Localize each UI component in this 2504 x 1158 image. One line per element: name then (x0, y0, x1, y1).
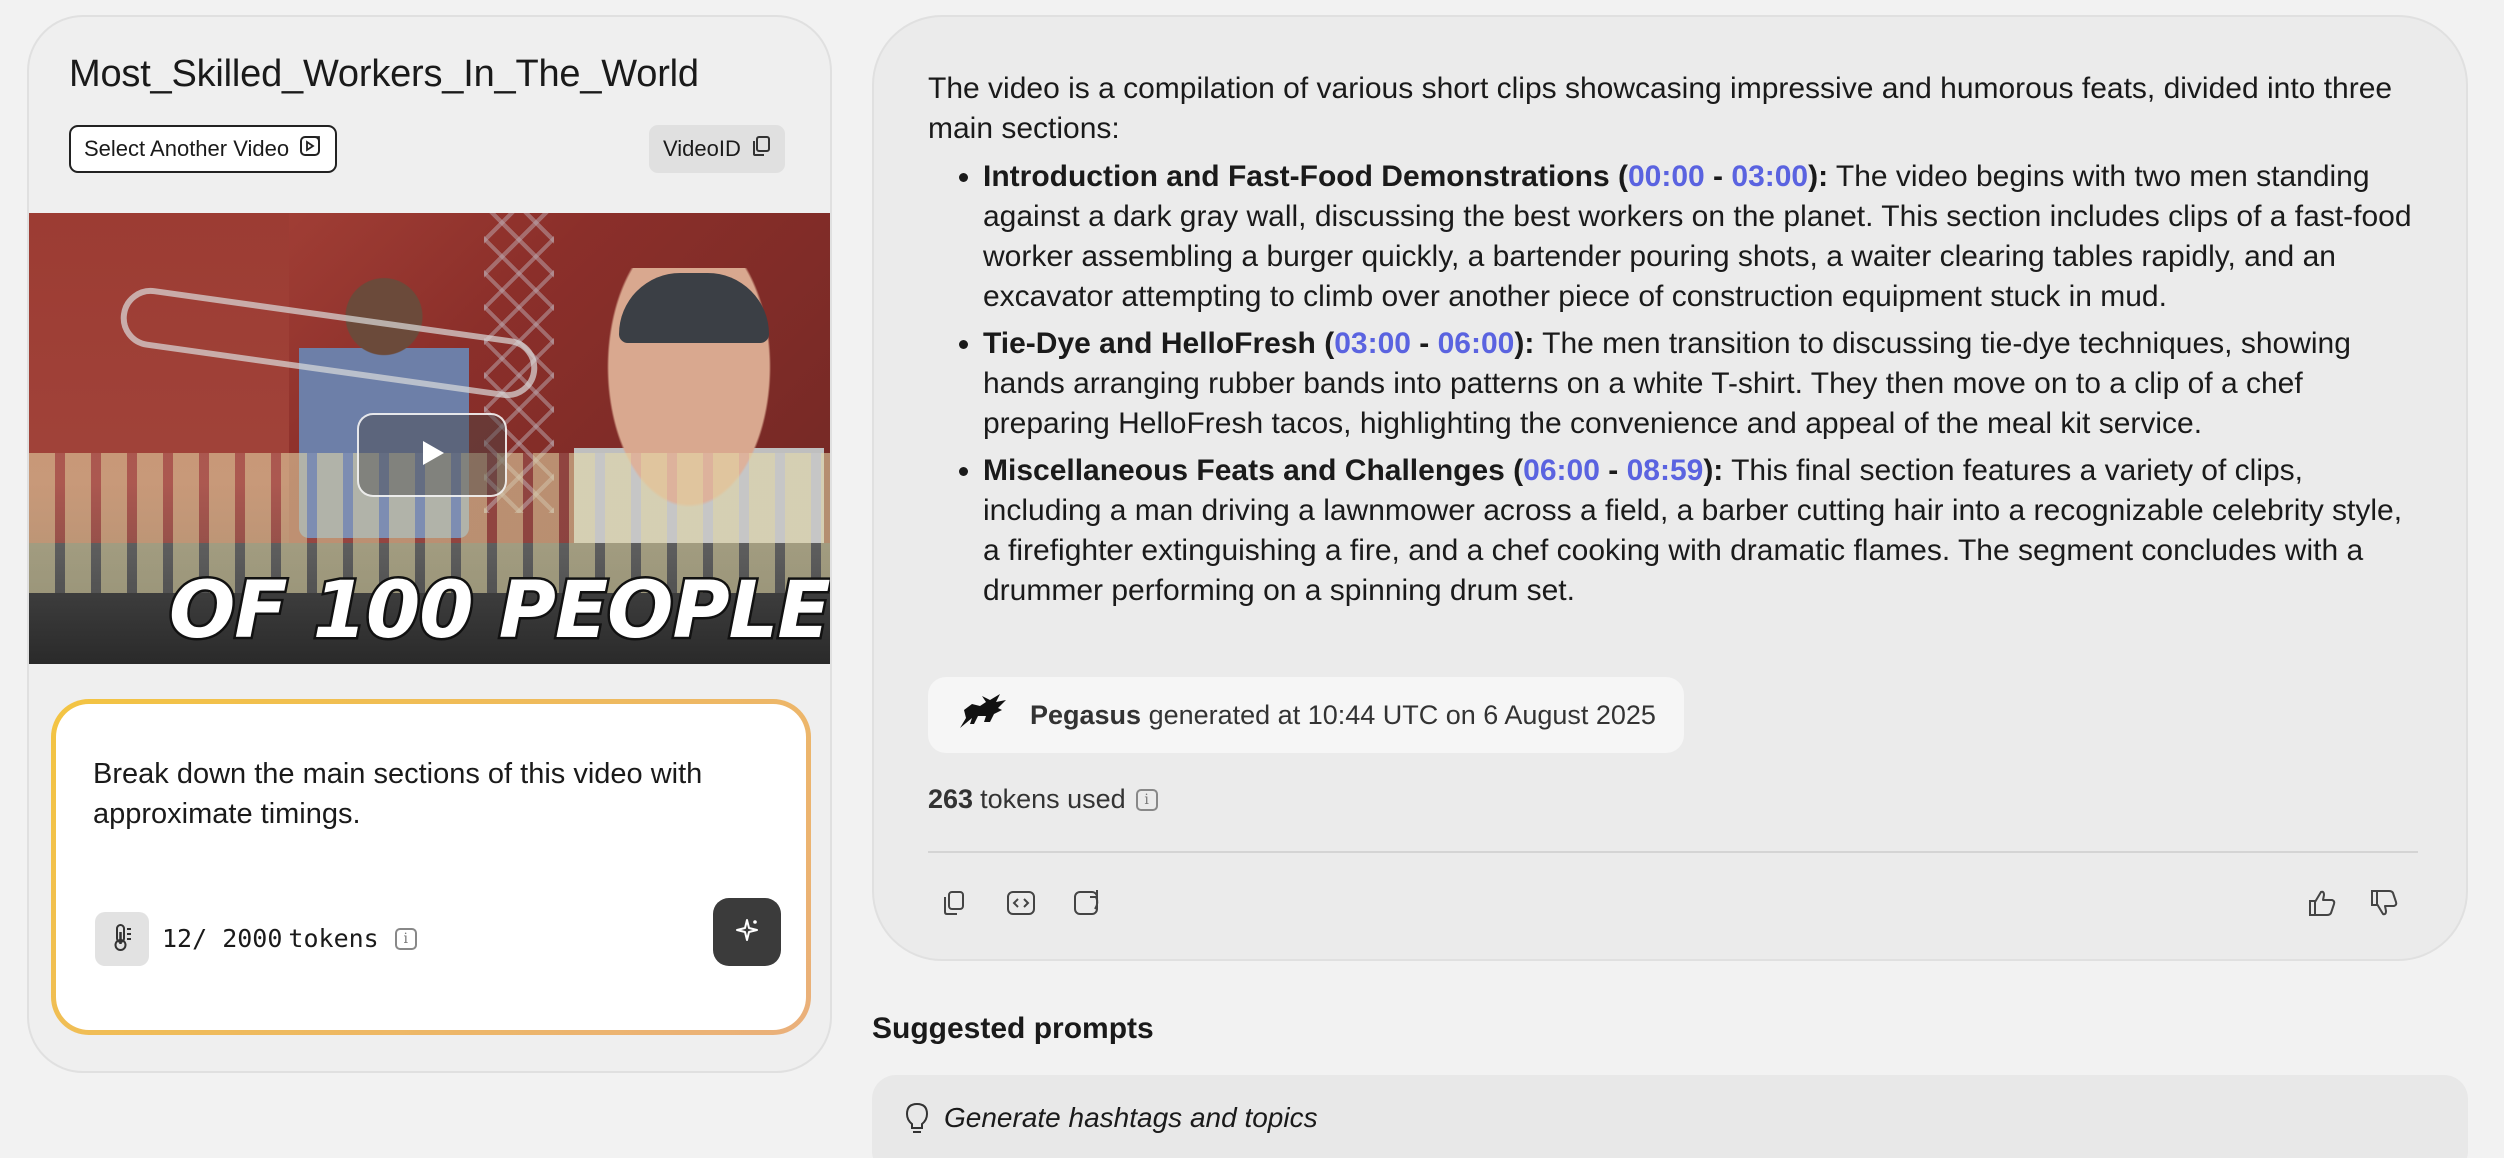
token-count-unit: tokens (288, 924, 379, 953)
copy-icon (751, 135, 771, 163)
video-title: Most_Skilled_Workers_In_The_World (69, 53, 699, 95)
copy-icon[interactable] (934, 883, 974, 923)
video-id-button[interactable]: VideoID (649, 125, 785, 173)
tokens-used-label: tokens used (980, 784, 1126, 814)
video-panel: Most_Skilled_Workers_In_The_World Select… (27, 15, 832, 1073)
temperature-button[interactable] (95, 912, 149, 966)
token-count-value: 12/ 2000 (162, 924, 283, 953)
play-button[interactable] (357, 413, 507, 497)
thumbs-up-icon[interactable] (2302, 883, 2342, 923)
prompt-token-counter: 12/ 2000 tokens i (162, 924, 417, 953)
info-icon[interactable]: i (394, 927, 417, 950)
timestamp-link[interactable]: 00:00 (1628, 160, 1705, 193)
select-video-label: Select Another Video (84, 136, 290, 161)
tokens-used: 263 tokens used i (928, 784, 1158, 815)
timestamp-link[interactable]: 03:00 (1334, 327, 1411, 360)
answer-text: The video is a compilation of various sh… (928, 69, 2418, 618)
timestamp-link[interactable]: 06:00 (1523, 454, 1600, 487)
code-icon[interactable] (1001, 883, 1041, 923)
sparkle-icon (734, 917, 760, 948)
tokens-used-count: 263 (928, 784, 974, 814)
play-icon (417, 438, 447, 473)
video-swap-icon (299, 135, 321, 163)
section-title: Tie-Dye and HelloFresh (983, 327, 1316, 360)
section-title: Miscellaneous Feats and Challenges (983, 454, 1505, 487)
answer-sections: Introduction and Fast-Food Demonstration… (928, 157, 2418, 611)
video-id-label: VideoID (663, 136, 741, 161)
suggested-prompt-item[interactable]: Generate hashtags and topics (872, 1075, 2468, 1158)
thumbs-down-icon[interactable] (2364, 883, 2404, 923)
prompt-input[interactable]: Break down the main sections of this vid… (93, 754, 753, 834)
suggested-prompt-label: Generate hashtags and topics (944, 1102, 1318, 1133)
thumbnail-caption: OF 100 PEOPLE (167, 564, 831, 659)
answer-panel: The video is a compilation of various sh… (872, 15, 2468, 961)
answer-section: Tie-Dye and HelloFresh (03:00 - 06:00): … (983, 324, 2418, 444)
prompt-inner: Break down the main sections of this vid… (56, 704, 806, 1030)
timestamp-link[interactable]: 03:00 (1731, 160, 1808, 193)
lightbulb-icon (904, 1102, 930, 1143)
thermometer-icon (109, 922, 135, 957)
generate-button[interactable] (713, 898, 781, 966)
timestamp-link[interactable]: 06:00 (1438, 327, 1515, 360)
answer-section: Miscellaneous Feats and Challenges (06:0… (983, 451, 2418, 611)
answer-section: Introduction and Fast-Food Demonstration… (983, 157, 2418, 317)
pegasus-logo-icon (956, 692, 1010, 739)
answer-intro: The video is a compilation of various sh… (928, 72, 2393, 145)
section-title: Introduction and Fast-Food Demonstration… (983, 160, 1610, 193)
prompt-box: Break down the main sections of this vid… (51, 699, 811, 1035)
divider (928, 851, 2418, 853)
timestamp-link[interactable]: 08:59 (1627, 454, 1704, 487)
generated-at-text: generated at 10:44 UTC on 6 August 2025 (1148, 699, 1656, 730)
model-badge: Pegasus generated at 10:44 UTC on 6 Augu… (928, 677, 1684, 753)
model-name: Pegasus (1030, 699, 1142, 730)
video-thumbnail[interactable]: OF 100 PEOPLE (29, 213, 831, 664)
suggested-prompts-title: Suggested prompts (872, 1012, 1154, 1045)
info-icon[interactable]: i (1135, 788, 1158, 811)
select-another-video-button[interactable]: Select Another Video (69, 125, 338, 173)
refresh-icon[interactable] (1068, 883, 1108, 923)
